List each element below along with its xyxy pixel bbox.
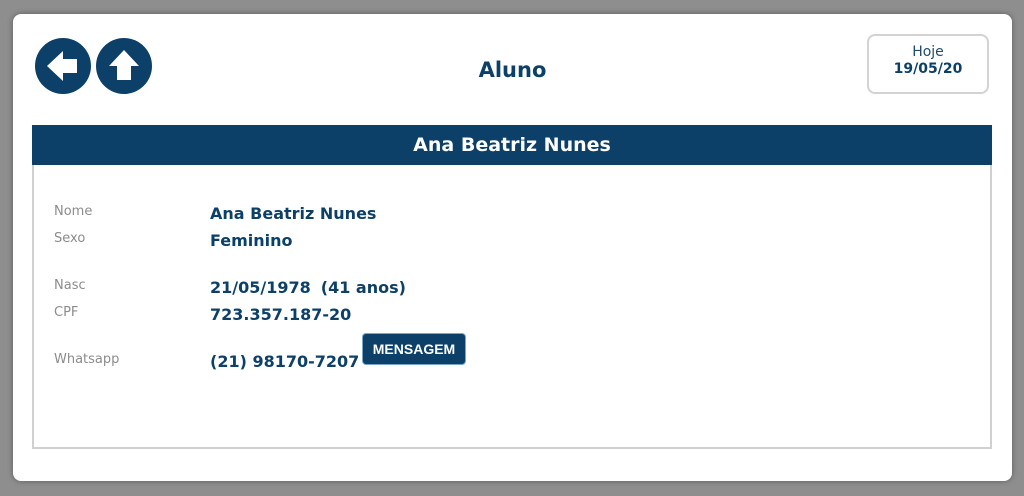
today-label: Hoje bbox=[912, 44, 944, 60]
page-title: Aluno bbox=[478, 58, 547, 82]
app-window: Aluno Hoje 19/05/20 Ana Beatriz Nunes No… bbox=[13, 14, 1012, 481]
message-button[interactable]: MENSAGEM bbox=[362, 333, 466, 365]
student-card-header: Ana Beatriz Nunes bbox=[32, 125, 992, 165]
whatsapp-value: (21) 98170-7207 bbox=[210, 352, 360, 371]
sexo-label: Sexo bbox=[54, 231, 86, 246]
nasc-row: 21/05/1978 (41 anos) bbox=[210, 278, 406, 297]
nasc-label: Nasc bbox=[54, 278, 86, 293]
whatsapp-label: Whatsapp bbox=[54, 352, 120, 367]
age-value: (41 anos) bbox=[320, 278, 406, 297]
sexo-value: Feminino bbox=[210, 231, 293, 250]
student-card: Ana Beatriz Nunes Nome Ana Beatriz Nunes… bbox=[32, 125, 992, 449]
nome-value: Ana Beatriz Nunes bbox=[210, 204, 377, 223]
today-value: 19/05/20 bbox=[893, 61, 963, 77]
nome-label: Nome bbox=[54, 204, 93, 219]
nasc-value: 21/05/1978 bbox=[210, 278, 311, 297]
cpf-label: CPF bbox=[54, 305, 79, 320]
cpf-value: 723.357.187-20 bbox=[210, 305, 352, 324]
today-date-box: Hoje 19/05/20 bbox=[867, 34, 989, 94]
